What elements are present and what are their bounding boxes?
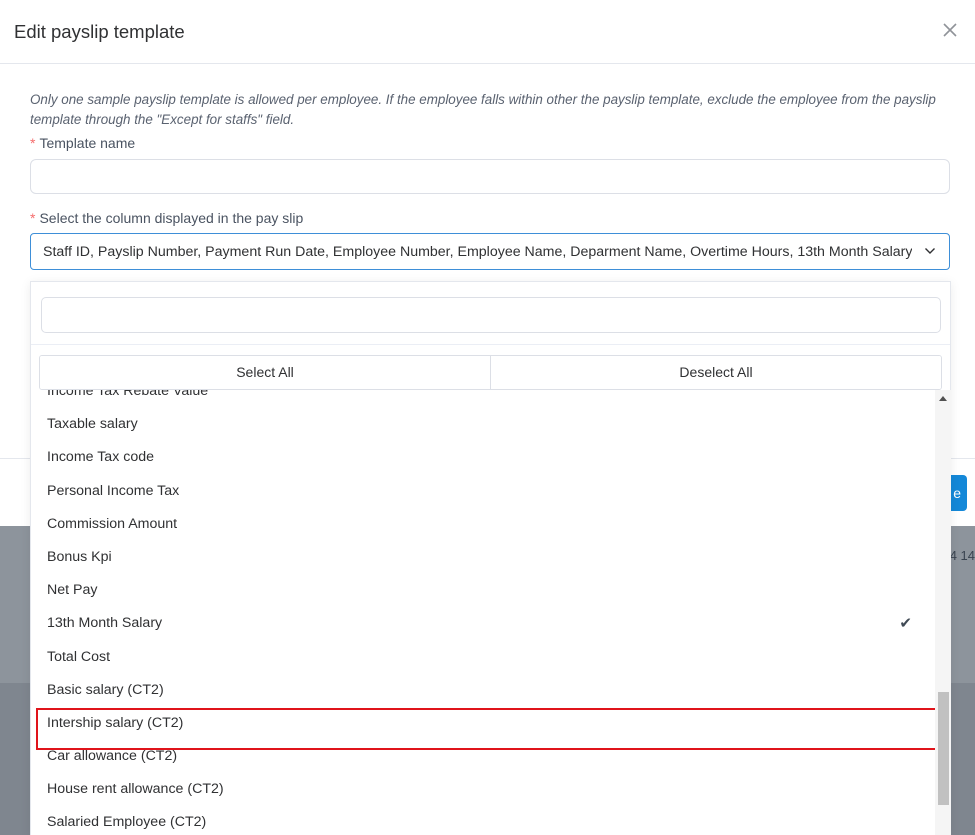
list-item-label: House rent allowance (CT2) — [47, 781, 224, 798]
template-name-input[interactable] — [30, 159, 950, 194]
columns-select-value: Staff ID, Payslip Number, Payment Run Da… — [43, 243, 913, 260]
list-item[interactable]: Personal Income Tax — [31, 475, 936, 508]
list-item-label: Car allowance (CT2) — [47, 748, 178, 765]
list-item-label: Commission Amount — [47, 515, 178, 532]
list-item-label: Net Pay — [47, 582, 98, 599]
dropdown-divider — [31, 344, 950, 345]
scroll-thumb[interactable] — [938, 692, 949, 805]
chevron-down-icon — [924, 245, 936, 257]
close-icon[interactable] — [939, 19, 961, 41]
list-item[interactable]: Basic salary (CT2) — [31, 674, 936, 707]
list-item-label: Personal Income Tax — [47, 482, 180, 499]
list-item-label: Total Cost — [47, 648, 111, 665]
list-item-label: Taxable salary — [47, 416, 138, 433]
list-item-label: Salaried Employee (CT2) — [47, 814, 207, 831]
list-item[interactable]: Commission Amount — [31, 508, 936, 541]
modal-header: Edit payslip template — [0, 0, 975, 64]
list-item[interactable]: House rent allowance (CT2) — [31, 773, 936, 806]
columns-label-text: Select the column displayed in the pay s… — [39, 210, 304, 226]
template-name-label-text: Template name — [39, 135, 136, 151]
columns-dropdown: Select All Deselect All Income Tax Rebat… — [30, 281, 951, 835]
scrollbar[interactable] — [935, 390, 951, 835]
list-item[interactable]: Car allowance (CT2) — [31, 740, 936, 773]
options-list-inner: Income Tax Rebate Value Taxable salary In… — [31, 390, 936, 835]
list-item[interactable]: Bonus Kpi — [31, 541, 936, 574]
list-item[interactable]: Intership salary (CT2) — [31, 707, 936, 740]
list-item[interactable]: 13th Month Salary ✔ — [31, 607, 936, 640]
list-item-label: Basic salary (CT2) — [47, 681, 164, 698]
modal-title: Edit payslip template — [14, 20, 185, 42]
columns-label: * Select the column displayed in the pay … — [30, 210, 303, 226]
list-item[interactable]: Total Cost — [31, 641, 936, 674]
template-note: Only one sample payslip template is allo… — [30, 92, 936, 127]
template-name-label: * Template name — [30, 135, 135, 151]
deselect-all-button[interactable]: Deselect All — [490, 356, 941, 389]
required-mark: * — [30, 135, 36, 151]
list-item-label: Intership salary (CT2) — [47, 714, 184, 731]
dropdown-search-input[interactable] — [41, 297, 941, 333]
select-buttons: Select All Deselect All — [39, 355, 942, 390]
required-mark: * — [30, 210, 36, 226]
list-item-label: Bonus Kpi — [47, 548, 112, 565]
list-item[interactable]: Taxable salary — [31, 408, 936, 441]
options-list: Income Tax Rebate Value Taxable salary In… — [31, 390, 936, 835]
list-item-label: 13th Month Salary — [47, 615, 163, 632]
list-item-label: Income Tax code — [47, 449, 154, 466]
list-item[interactable]: Income Tax Rebate Value — [31, 390, 936, 408]
columns-select[interactable]: Staff ID, Payslip Number, Payment Run Da… — [30, 233, 950, 270]
scroll-up-icon[interactable] — [939, 396, 947, 401]
select-all-button[interactable]: Select All — [40, 356, 490, 389]
check-icon: ✔ — [899, 615, 912, 633]
list-item[interactable]: Net Pay — [31, 574, 936, 607]
list-item[interactable]: Salaried Employee (CT2) — [31, 806, 936, 835]
backdrop-text: 4 14 — [949, 548, 975, 563]
list-item[interactable]: Income Tax code — [31, 441, 936, 474]
